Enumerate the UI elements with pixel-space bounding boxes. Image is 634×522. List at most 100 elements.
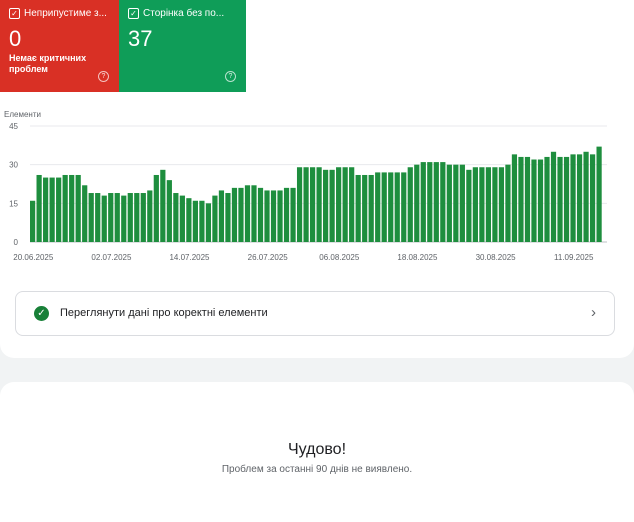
y-tick-label: 0 (14, 238, 19, 247)
bar (101, 195, 107, 242)
bar (303, 167, 309, 242)
bar (108, 193, 114, 242)
bar (231, 187, 238, 242)
bar (433, 162, 439, 242)
tile-invalid-header: ✓ Неприпустиме з... (9, 8, 107, 19)
bar (531, 159, 537, 242)
help-icon[interactable]: ? (98, 71, 109, 82)
bar (192, 200, 198, 242)
bar (349, 167, 355, 242)
view-valid-items-label: Переглянути дані про коректні елементи (60, 307, 268, 319)
bar (596, 146, 602, 242)
chevron-right-icon: › (591, 304, 596, 321)
help-icon[interactable]: ? (225, 71, 236, 82)
bar (518, 156, 524, 242)
checkbox-icon[interactable]: ✓ (9, 8, 20, 19)
bar (205, 203, 212, 242)
tile-valid-header: ✓ Сторінка без по... (128, 8, 224, 19)
bar (309, 167, 316, 242)
bar (251, 185, 257, 242)
bar (459, 164, 465, 242)
y-tick-label: 15 (9, 199, 18, 208)
bar (583, 151, 589, 242)
x-tick-label: 06.08.2025 (319, 253, 360, 262)
bar (30, 200, 36, 242)
bar (199, 200, 205, 242)
bar (440, 162, 446, 242)
bar (160, 169, 166, 242)
bar (414, 164, 420, 242)
checkbox-icon[interactable]: ✓ (128, 8, 139, 19)
bar (238, 187, 244, 242)
x-tick-label: 20.06.2025 (13, 253, 54, 262)
bar (537, 159, 544, 242)
y-axis-title: Елементи (4, 110, 41, 119)
bar (498, 167, 505, 242)
bar (36, 174, 42, 242)
check-circle-icon: ✓ (34, 306, 49, 321)
bar (323, 169, 329, 242)
bar (388, 172, 394, 242)
bar (225, 193, 231, 242)
bar (466, 169, 472, 242)
x-tick-label: 11.09.2025 (554, 253, 594, 262)
bar (264, 190, 270, 242)
bar (355, 174, 361, 242)
bar (88, 193, 94, 242)
tile-valid[interactable]: ✓ Сторінка без по... 37 ? (119, 0, 246, 92)
bar (557, 156, 563, 242)
bar (394, 172, 400, 242)
bar (336, 167, 342, 242)
bar (173, 193, 179, 242)
bar (576, 154, 583, 242)
bar (550, 151, 557, 242)
x-tick-label: 02.07.2025 (91, 253, 132, 262)
bar (95, 193, 101, 242)
bar (472, 167, 478, 242)
bar (127, 193, 133, 242)
bar (427, 162, 433, 242)
bar (290, 187, 296, 242)
tile-invalid[interactable]: ✓ Неприпустиме з... 0 Немає критичних пр… (0, 0, 119, 92)
bar (453, 164, 459, 242)
tile-valid-value: 37 (128, 26, 153, 51)
bar (43, 177, 49, 242)
bar (257, 187, 264, 242)
x-tick-label: 18.08.2025 (397, 253, 438, 262)
bar (570, 154, 576, 242)
tile-invalid-label: Неприпустиме з... (24, 8, 107, 19)
bar (524, 156, 531, 242)
bar (563, 156, 570, 242)
bar (212, 195, 218, 242)
bar (342, 167, 348, 242)
y-tick-label: 45 (9, 122, 18, 131)
chart-svg: Елементи 0 15 30 45 20.06.2025 02.07.2025 14.07… (4, 110, 607, 262)
bar (283, 187, 290, 242)
bar (407, 167, 413, 242)
items-chart: Елементи 0 15 30 45 20.06.2025 02.07.2025 14.07… (0, 106, 634, 266)
bar (316, 167, 322, 242)
bar (244, 185, 251, 242)
tile-invalid-value: 0 (9, 26, 22, 51)
bar (179, 195, 185, 242)
summary-title: Чудово! (287, 441, 347, 458)
bar (375, 172, 381, 242)
bar (381, 172, 387, 242)
x-tick-label: 26.07.2025 (248, 253, 289, 262)
bar (270, 190, 277, 242)
bar (420, 162, 426, 242)
x-tick-label: 14.07.2025 (169, 253, 210, 262)
bar (49, 177, 55, 242)
bar (589, 154, 596, 242)
bar (446, 164, 452, 242)
bar (121, 195, 127, 242)
bar (166, 180, 172, 242)
view-valid-items-row[interactable]: ✓ Переглянути дані про коректні елементи… (15, 291, 615, 336)
summary-subtitle: Проблем за останні 90 днів не виявлено. (221, 464, 413, 475)
bar (114, 193, 120, 242)
bar (153, 174, 159, 242)
bar (277, 190, 283, 242)
bar (401, 172, 407, 242)
y-tick-label: 30 (9, 161, 18, 170)
x-tick-label: 30.08.2025 (476, 253, 517, 262)
